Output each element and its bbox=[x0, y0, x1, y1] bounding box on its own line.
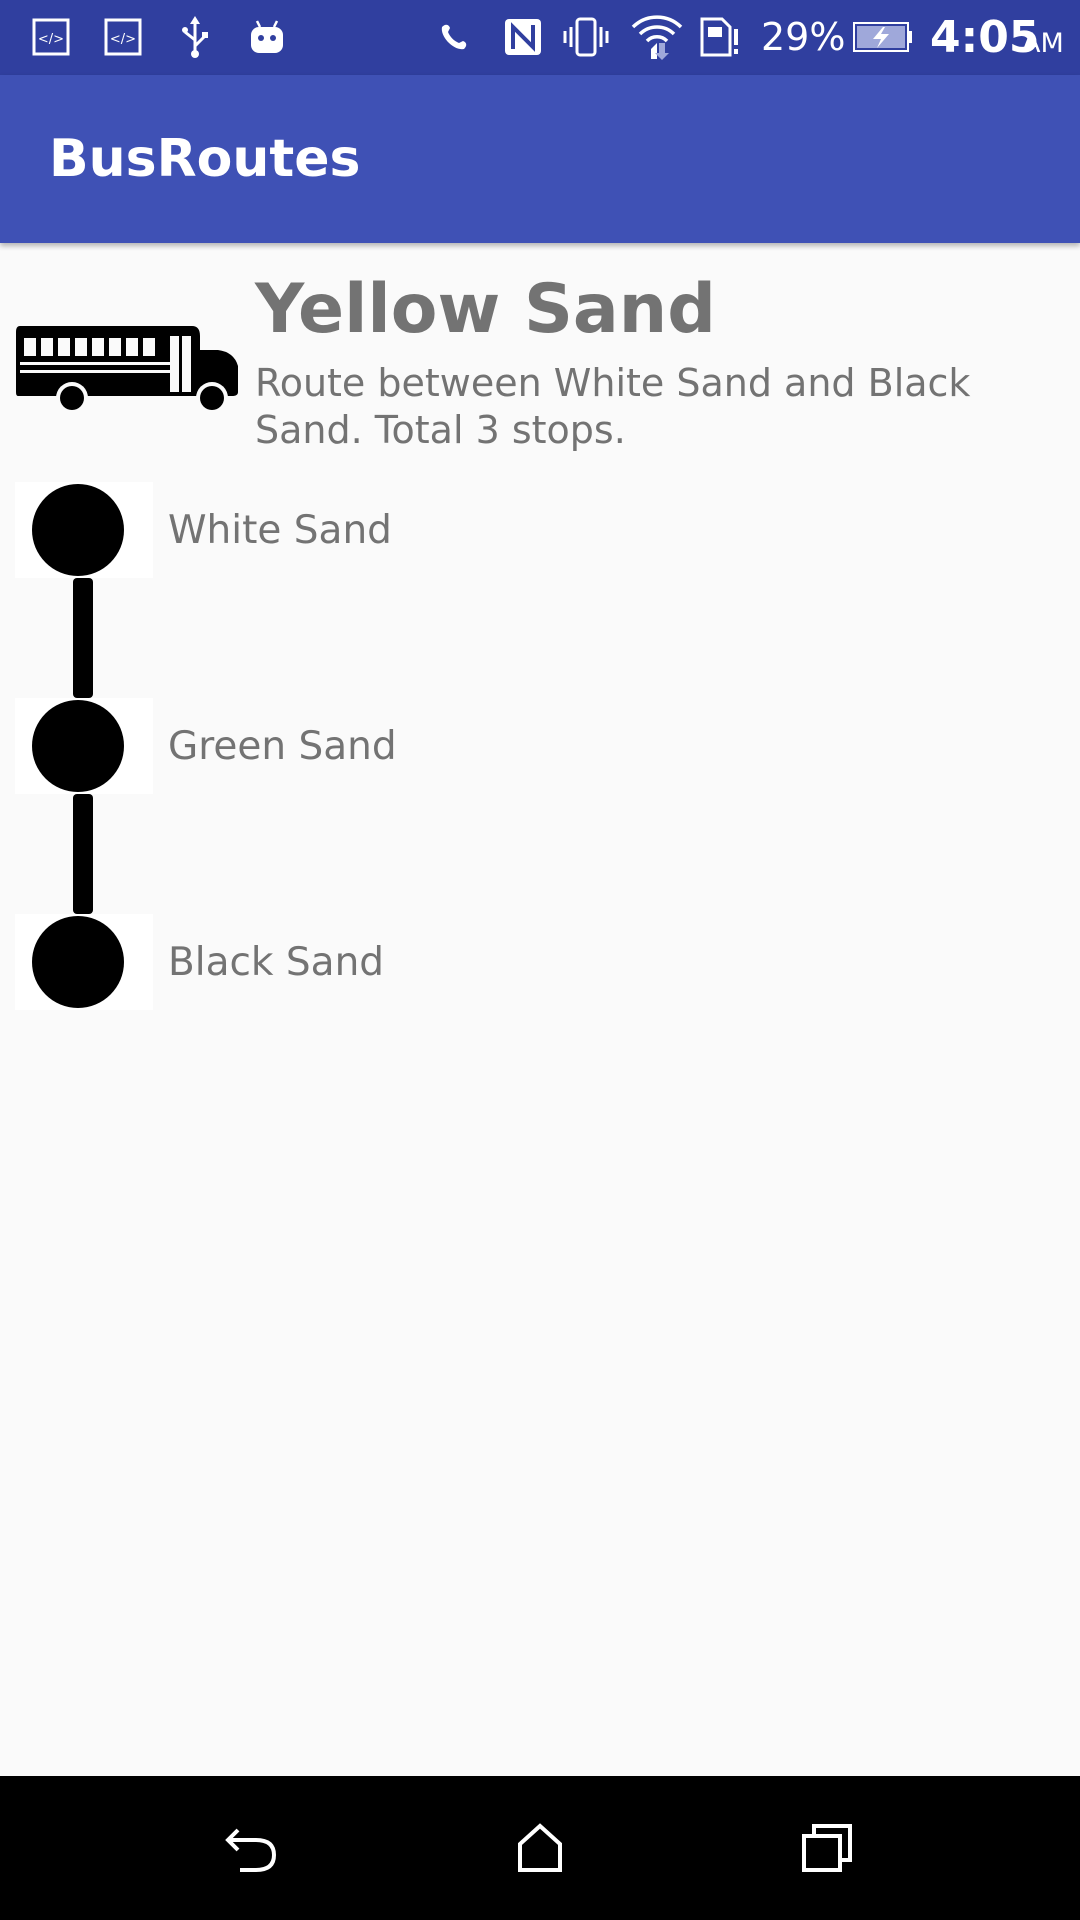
svg-text:</>: </> bbox=[38, 32, 64, 47]
home-icon bbox=[518, 1823, 562, 1872]
stop-marker bbox=[15, 914, 153, 1010]
stop-dot-icon bbox=[32, 916, 124, 1008]
back-icon bbox=[225, 1828, 277, 1872]
route-description: Route between White Sand and Black Sand.… bbox=[255, 361, 971, 452]
stop-label: White Sand bbox=[168, 507, 392, 553]
vibrate-icon bbox=[561, 14, 611, 60]
list-item[interactable]: Green Sand bbox=[15, 698, 1065, 794]
code-icon: </> bbox=[103, 14, 143, 60]
bus-icon bbox=[14, 322, 240, 414]
wifi-icon bbox=[630, 14, 684, 60]
stop-label: Black Sand bbox=[168, 939, 385, 985]
svg-text:</>: </> bbox=[110, 32, 136, 47]
android-icon bbox=[246, 14, 288, 60]
stop-marker bbox=[15, 482, 153, 578]
recents-button[interactable] bbox=[768, 1796, 888, 1900]
recents-icon bbox=[802, 1824, 852, 1872]
phone-call-icon bbox=[433, 14, 475, 60]
navigation-bar bbox=[0, 1776, 1080, 1920]
route-connector bbox=[73, 578, 93, 698]
code-icon: </> bbox=[31, 14, 71, 60]
route-connector bbox=[73, 794, 93, 914]
list-item[interactable]: Black Sand bbox=[15, 914, 1065, 1010]
app-title: BusRoutes bbox=[49, 129, 361, 189]
back-button[interactable] bbox=[192, 1796, 312, 1900]
usb-icon bbox=[175, 14, 215, 60]
list-item[interactable]: White Sand bbox=[15, 482, 1065, 578]
home-button[interactable] bbox=[480, 1796, 600, 1900]
clock-ampm: AM bbox=[1022, 27, 1064, 59]
route-name: Yellow Sand bbox=[255, 270, 716, 349]
status-bar: </> </> 29% 4:05 AM bbox=[0, 0, 1080, 75]
sim-alert-icon bbox=[697, 14, 743, 60]
nfc-icon bbox=[501, 14, 545, 60]
app-bar: BusRoutes bbox=[0, 75, 1080, 243]
stop-dot-icon bbox=[32, 484, 124, 576]
screen: </> </> 29% 4:05 AM BusRoutes Yellow San… bbox=[0, 0, 1080, 1920]
battery-charging-icon bbox=[852, 14, 914, 60]
battery-percent: 29% bbox=[761, 15, 846, 59]
stop-label: Green Sand bbox=[168, 723, 397, 769]
stop-dot-icon bbox=[32, 700, 124, 792]
stop-marker bbox=[15, 698, 153, 794]
